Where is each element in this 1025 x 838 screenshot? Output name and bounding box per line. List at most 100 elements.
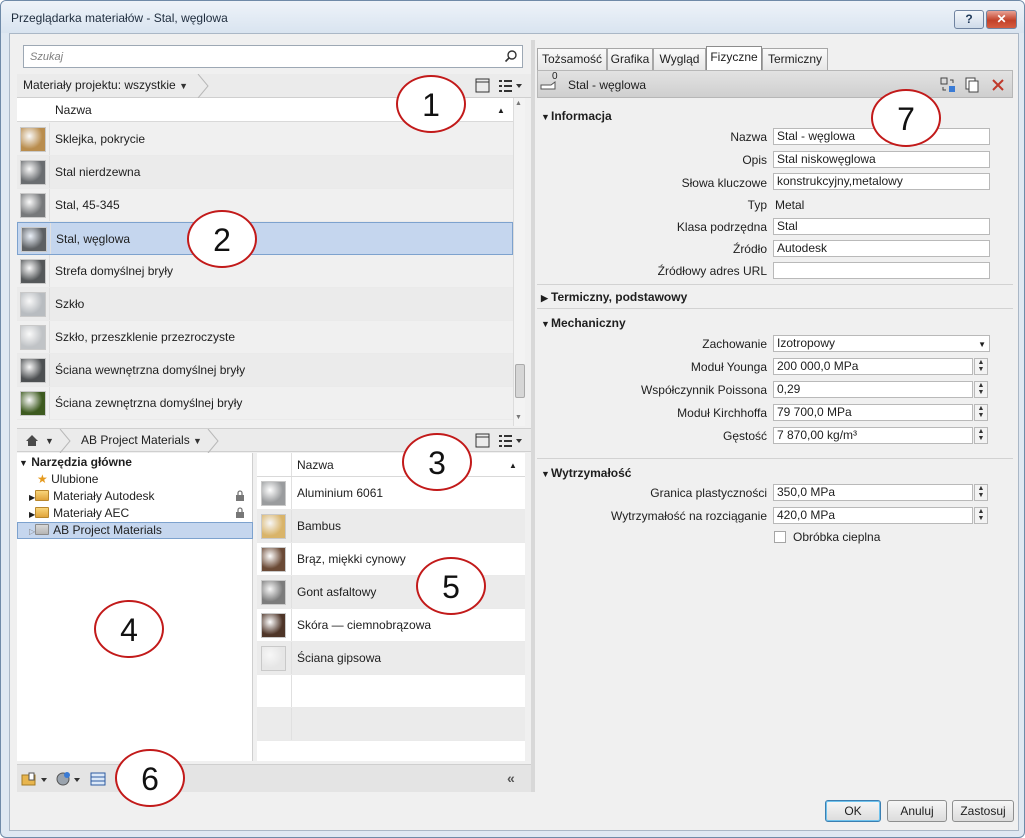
- apply-button[interactable]: Zastosuj: [952, 800, 1014, 822]
- description-field[interactable]: Stal niskowęglowa: [773, 151, 990, 168]
- behavior-select[interactable]: Izotropowy ▼: [773, 335, 990, 352]
- subclass-label: Klasa podrzędna: [676, 220, 767, 234]
- table-row[interactable]: Ściana wewnętrzna domyślnej bryły: [17, 354, 513, 387]
- project-filter-crumb[interactable]: Materiały projektu: wszystkie ▼: [23, 78, 188, 92]
- heat-treatment-label: Obróbka cieplna: [793, 530, 881, 544]
- manage-library-icon[interactable]: [21, 772, 49, 786]
- list-item[interactable]: Aluminium 6061: [257, 477, 525, 510]
- column-header-name[interactable]: Nazwa: [297, 458, 334, 472]
- title-bar[interactable]: Przeglądarka materiałów - Stal, węglowa …: [1, 1, 1024, 33]
- column-divider: [291, 675, 292, 707]
- yield-strength-spinner[interactable]: ▲ ▼: [974, 484, 988, 501]
- poisson-field[interactable]: 0,29: [773, 381, 973, 398]
- section-strength[interactable]: ▼Wytrzymałość: [541, 466, 631, 480]
- table-row[interactable]: Stal, 45-345: [17, 189, 513, 222]
- column-divider: [49, 156, 50, 188]
- tab-thermal[interactable]: Termiczny: [762, 48, 828, 70]
- view-options-icon[interactable]: [475, 78, 527, 94]
- section-title: Informacja: [551, 109, 612, 123]
- material-thumbnail: [21, 227, 47, 252]
- tree-item-ab-project[interactable]: ▷ AB Project Materials: [17, 522, 253, 539]
- tree-item-favorites[interactable]: ★ Ulubione: [37, 472, 98, 486]
- list-item[interactable]: Skóra — ciemnobrązowa: [257, 609, 525, 642]
- table-row[interactable]: Strefa domyślnej bryły: [17, 255, 513, 288]
- project-list-scrollbar[interactable]: ▲ ▼: [513, 98, 525, 426]
- tree-item-autodesk[interactable]: ▶ Materiały Autodesk: [29, 489, 155, 503]
- view-options-icon[interactable]: [475, 433, 527, 449]
- table-row[interactable]: Stal, węglowa: [17, 222, 513, 255]
- column-divider: [291, 510, 292, 542]
- tree-item-label: Materiały AEC: [53, 506, 130, 520]
- density-spinner[interactable]: ▲ ▼: [974, 427, 988, 444]
- properties-panel: ▼Informacja Nazwa Stal - węglowa Opis St…: [537, 98, 1013, 792]
- shear-modulus-spinner[interactable]: ▲ ▼: [974, 404, 988, 421]
- collapse-library-icon[interactable]: «: [507, 770, 515, 786]
- table-row[interactable]: Szkło, przeszklenie przezroczyste: [17, 321, 513, 354]
- table-row[interactable]: Stal nierdzewna: [17, 156, 513, 189]
- library-materials-panel: Nazwa ▲ Aluminium 6061 Bambus Brąz, miękki…: [257, 453, 525, 761]
- chevron-down-icon[interactable]: ▼: [45, 436, 54, 446]
- list-item[interactable]: Ściana gipsowa: [257, 642, 525, 675]
- library-list-header[interactable]: Nazwa ▲: [257, 453, 525, 477]
- expand-triangle-icon[interactable]: ▼: [19, 458, 28, 468]
- cancel-button[interactable]: Anuluj: [887, 800, 947, 822]
- collapse-triangle-icon[interactable]: ▼: [541, 319, 551, 329]
- library-toolbar: «: [17, 764, 531, 792]
- material-name: Bambus: [297, 519, 342, 533]
- section-mechanical[interactable]: ▼Mechaniczny: [541, 316, 626, 330]
- young-modulus-field[interactable]: 200 000,0 MPa: [773, 358, 973, 375]
- collapse-triangle-icon[interactable]: ▼: [541, 112, 551, 122]
- subclass-field[interactable]: Stal: [773, 218, 990, 235]
- table-row[interactable]: Ściana zewnętrzna domyślnej bryły: [17, 387, 513, 420]
- material-name: Szkło: [55, 297, 85, 311]
- tab-physical[interactable]: Fizyczne: [706, 46, 762, 71]
- tensile-strength-spinner[interactable]: ▲ ▼: [974, 507, 988, 524]
- young-modulus-spinner[interactable]: ▲ ▼: [974, 358, 988, 375]
- window-title: Przeglądarka materiałów - Stal, węglowa: [11, 11, 228, 25]
- source-url-field[interactable]: [773, 262, 990, 279]
- library-crumb[interactable]: AB Project Materials ▼: [81, 433, 202, 447]
- column-divider: [49, 255, 50, 287]
- open-editor-icon[interactable]: [90, 772, 106, 786]
- replace-asset-icon[interactable]: [940, 77, 956, 93]
- column-divider: [49, 354, 50, 386]
- source-field[interactable]: Autodesk: [773, 240, 990, 257]
- keywords-field[interactable]: konstrukcyjny,metalowy: [773, 173, 990, 190]
- search-icon[interactable]: [504, 49, 518, 63]
- yield-strength-field[interactable]: 350,0 MPa: [773, 484, 973, 501]
- tab-appearance[interactable]: Wygląd: [653, 48, 706, 70]
- scrollbar-thumb[interactable]: [515, 364, 525, 398]
- material-thumbnail: [20, 193, 46, 218]
- ok-button[interactable]: OK: [825, 800, 881, 822]
- heat-treatment-checkbox[interactable]: [774, 531, 786, 543]
- home-icon[interactable]: [25, 434, 39, 447]
- remove-asset-icon[interactable]: [990, 77, 1006, 93]
- section-information[interactable]: ▼Informacja: [541, 109, 612, 123]
- tensile-strength-field[interactable]: 420,0 MPa: [773, 507, 973, 524]
- section-title: Wytrzymałość: [551, 466, 632, 480]
- library-crumb-label: AB Project Materials: [81, 433, 190, 447]
- tab-graphics[interactable]: Grafika: [607, 48, 653, 70]
- tab-identity[interactable]: Tożsamość: [537, 48, 607, 70]
- duplicate-asset-icon[interactable]: [964, 77, 980, 93]
- list-item[interactable]: Bambus: [257, 510, 525, 543]
- expand-triangle-icon[interactable]: ▶: [541, 293, 551, 304]
- help-button[interactable]: ?: [954, 10, 984, 29]
- pane-splitter[interactable]: [531, 40, 535, 792]
- density-field[interactable]: 7 870,00 kg/m³: [773, 427, 973, 444]
- tree-root[interactable]: ▼ Narzędzia główne: [19, 455, 132, 469]
- close-window-button[interactable]: ✕: [986, 10, 1017, 29]
- create-material-icon[interactable]: [55, 771, 83, 786]
- poisson-spinner[interactable]: ▲ ▼: [974, 381, 988, 398]
- collapse-triangle-icon[interactable]: ▼: [541, 469, 551, 479]
- table-row[interactable]: Szkło: [17, 288, 513, 321]
- tree-item-aec[interactable]: ▶ Materiały AEC: [29, 506, 129, 520]
- section-thermal-basic[interactable]: ▶ Termiczny, podstawowy: [541, 290, 687, 304]
- search-input[interactable]: Szukaj: [23, 45, 523, 68]
- list-item[interactable]: Brąz, miękki cynowy: [257, 543, 525, 576]
- scroll-up-icon[interactable]: ▲: [515, 100, 522, 107]
- column-header-name[interactable]: Nazwa: [55, 103, 92, 117]
- material-thumbnail: [261, 580, 286, 605]
- shear-modulus-field[interactable]: 79 700,0 MPa: [773, 404, 973, 421]
- scroll-down-icon[interactable]: ▼: [515, 414, 522, 421]
